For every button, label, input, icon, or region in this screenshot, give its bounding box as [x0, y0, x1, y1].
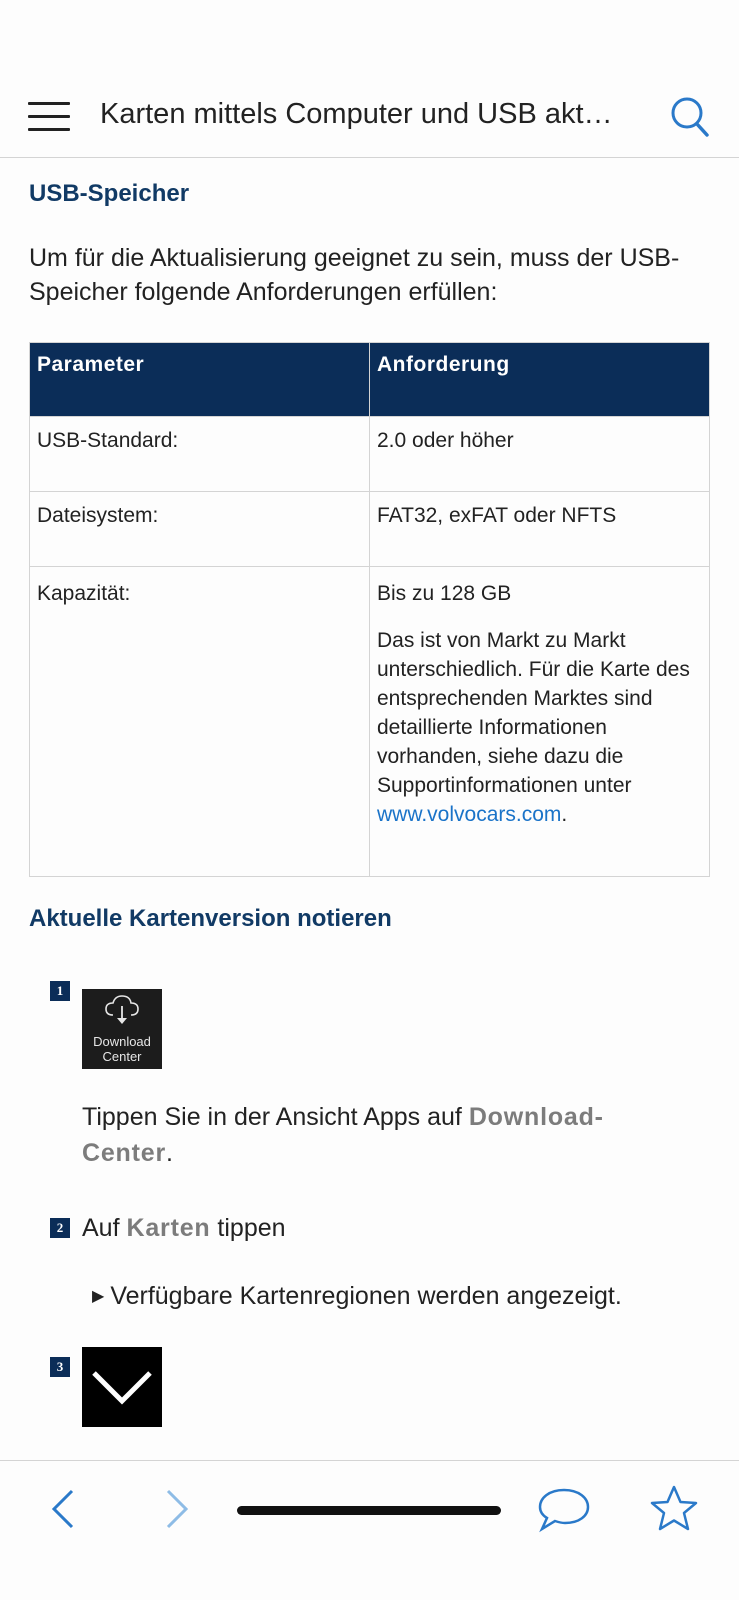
speech-bubble-icon[interactable]	[532, 1481, 596, 1537]
tile-label-line-2: Center	[102, 1049, 142, 1064]
capacity-value: Bis zu 128 GB	[377, 582, 512, 605]
expand-tile	[82, 1347, 162, 1427]
table-cell-value: FAT32, exFAT oder NFTS	[369, 491, 710, 567]
chevron-left-icon[interactable]	[34, 1481, 98, 1537]
table-cell-param: USB-Standard:	[29, 416, 370, 492]
section-title-usb: USB-Speicher	[29, 180, 190, 207]
capacity-note-end: .	[561, 803, 568, 826]
step-1-text-after: .	[166, 1139, 173, 1167]
step-2-result-text: Verfügbare Kartenregionen werden angezei…	[110, 1282, 622, 1310]
table-cell-param: Dateisystem:	[29, 491, 370, 567]
requirements-table: Parameter Anforderung USB-Standard: 2.0 …	[29, 342, 710, 877]
result-arrow-icon: ▶	[92, 1288, 105, 1305]
chevron-down-icon	[92, 1371, 152, 1405]
step-2-text: Auf Karten tippen	[82, 1210, 286, 1246]
table-header-row: Parameter Anforderung	[29, 342, 710, 417]
section-title-map-version: Aktuelle Kartenversion notieren	[29, 905, 392, 932]
cloud-download-icon	[105, 995, 139, 1024]
table-row: Dateisystem: FAT32, exFAT oder NFTS	[29, 491, 710, 567]
chevron-right-icon[interactable]	[142, 1481, 206, 1537]
bottom-toolbar	[0, 1460, 739, 1600]
table-row: Kapazität: Bis zu 128 GB Das ist von Mar…	[29, 566, 710, 877]
article-content: USB-Speicher Um für die Aktualisierung g…	[0, 158, 739, 1460]
volvocars-link[interactable]: www.volvocars.com	[377, 803, 561, 826]
table-cell-value: 2.0 oder höher	[369, 416, 710, 492]
table-cell-value: Bis zu 128 GB Das ist von Markt zu Markt…	[369, 566, 710, 877]
step-number-1: 1	[50, 981, 70, 1001]
tile-label-line-1: Download	[93, 1034, 151, 1049]
app-header: Karten mittels Computer und USB akt…	[0, 0, 739, 158]
tile-label: Download Center	[82, 1034, 162, 1064]
step-number-2: 2	[50, 1218, 70, 1238]
step-2-text-after: tippen	[210, 1214, 286, 1242]
step-number-3: 3	[50, 1357, 70, 1377]
download-center-tile: Download Center	[82, 989, 162, 1069]
home-indicator	[237, 1506, 501, 1515]
page-title: Karten mittels Computer und USB akt…	[100, 98, 613, 130]
search-icon[interactable]	[670, 96, 710, 138]
table-header-parameter: Parameter	[29, 342, 370, 417]
intro-paragraph: Um für die Aktualisierung geeignet zu se…	[29, 244, 680, 306]
table-row: USB-Standard: 2.0 oder höher	[29, 416, 710, 492]
capacity-note: Das ist von Markt zu Markt unterschiedli…	[377, 626, 702, 829]
capacity-note-text: Das ist von Markt zu Markt unterschiedli…	[377, 629, 690, 797]
step-2-result: ▶ Verfügbare Kartenregionen werden angeze…	[92, 1282, 622, 1311]
star-icon[interactable]	[642, 1481, 706, 1537]
table-cell-param: Kapazität:	[29, 566, 370, 877]
hamburger-menu-icon[interactable]	[28, 102, 70, 132]
step-1-text-before: Tippen Sie in der Ansicht Apps auf	[82, 1103, 469, 1131]
step-1-text: Tippen Sie in der Ansicht Apps auf Downl…	[82, 1099, 682, 1171]
step-2-text-before: Auf	[82, 1214, 127, 1242]
ui-term-karten: Karten	[126, 1214, 211, 1242]
table-header-requirement: Anforderung	[369, 342, 710, 417]
